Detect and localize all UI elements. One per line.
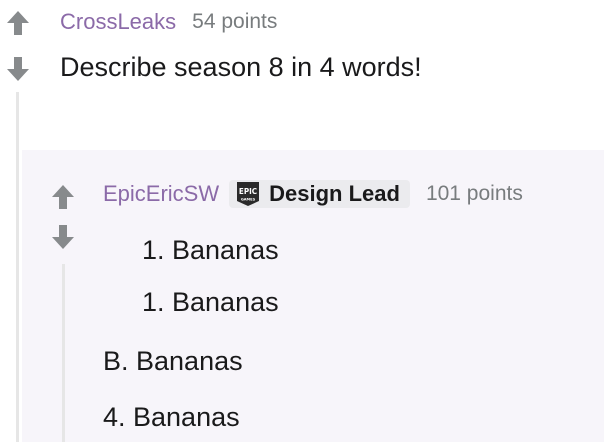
- child-author-link[interactable]: EpicEricSW: [103, 181, 219, 207]
- upvote-icon[interactable]: [51, 184, 79, 210]
- parent-vote-controls: [6, 10, 34, 82]
- comment-line-2: 1. Bananas: [142, 287, 279, 317]
- flair-logo-top-text: EPIC: [239, 187, 257, 196]
- flair-label: Design Lead: [269, 181, 400, 206]
- comment-line-4: 4. Bananas: [103, 402, 240, 432]
- parent-comment: CrossLeaks 54 points Describe season 8 i…: [0, 0, 604, 442]
- downvote-icon[interactable]: [6, 56, 34, 82]
- child-thread-line[interactable]: [62, 264, 65, 442]
- epic-games-logo-icon: EPIC GAMES: [237, 182, 260, 206]
- parent-tagline: CrossLeaks 54 points: [60, 8, 277, 36]
- child-points: 101 points: [425, 182, 523, 205]
- parent-thread-line[interactable]: [16, 92, 19, 442]
- child-tagline: EpicEricSW EPIC GAMES Design Lead 101 po…: [103, 178, 523, 210]
- comment-line-1: 1. Bananas: [142, 235, 279, 265]
- upvote-icon[interactable]: [6, 10, 34, 36]
- parent-points: 54 points: [192, 10, 278, 33]
- flair-logo-bottom-text: GAMES: [241, 198, 256, 202]
- parent-author-link[interactable]: CrossLeaks: [60, 9, 176, 35]
- child-vote-controls: [51, 184, 79, 250]
- comment-line-3: B. Bananas: [103, 346, 243, 376]
- parent-comment-body: Describe season 8 in 4 words!: [60, 52, 422, 82]
- user-flair: EPIC GAMES Design Lead: [229, 180, 410, 208]
- downvote-icon[interactable]: [51, 224, 79, 250]
